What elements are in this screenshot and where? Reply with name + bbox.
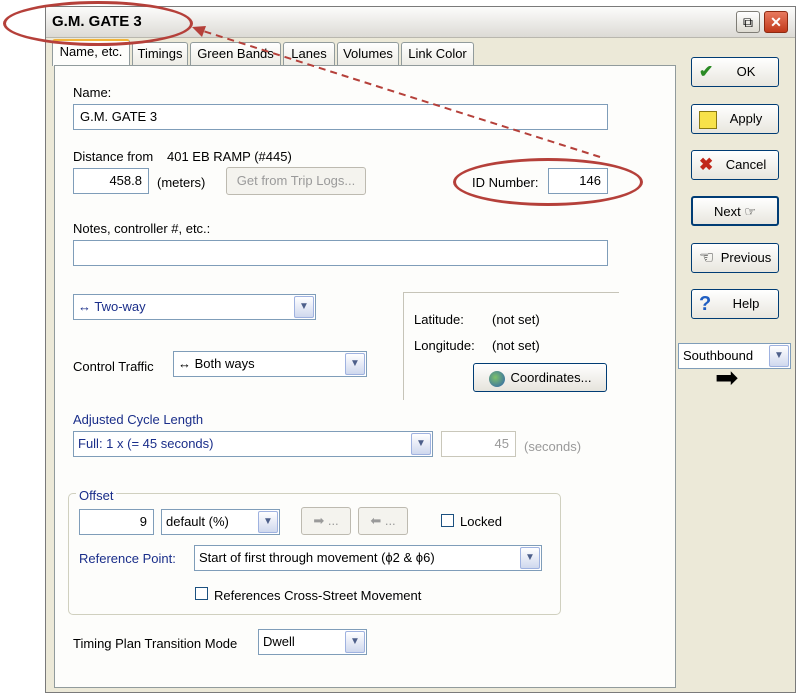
annotation-arrow <box>192 26 601 158</box>
